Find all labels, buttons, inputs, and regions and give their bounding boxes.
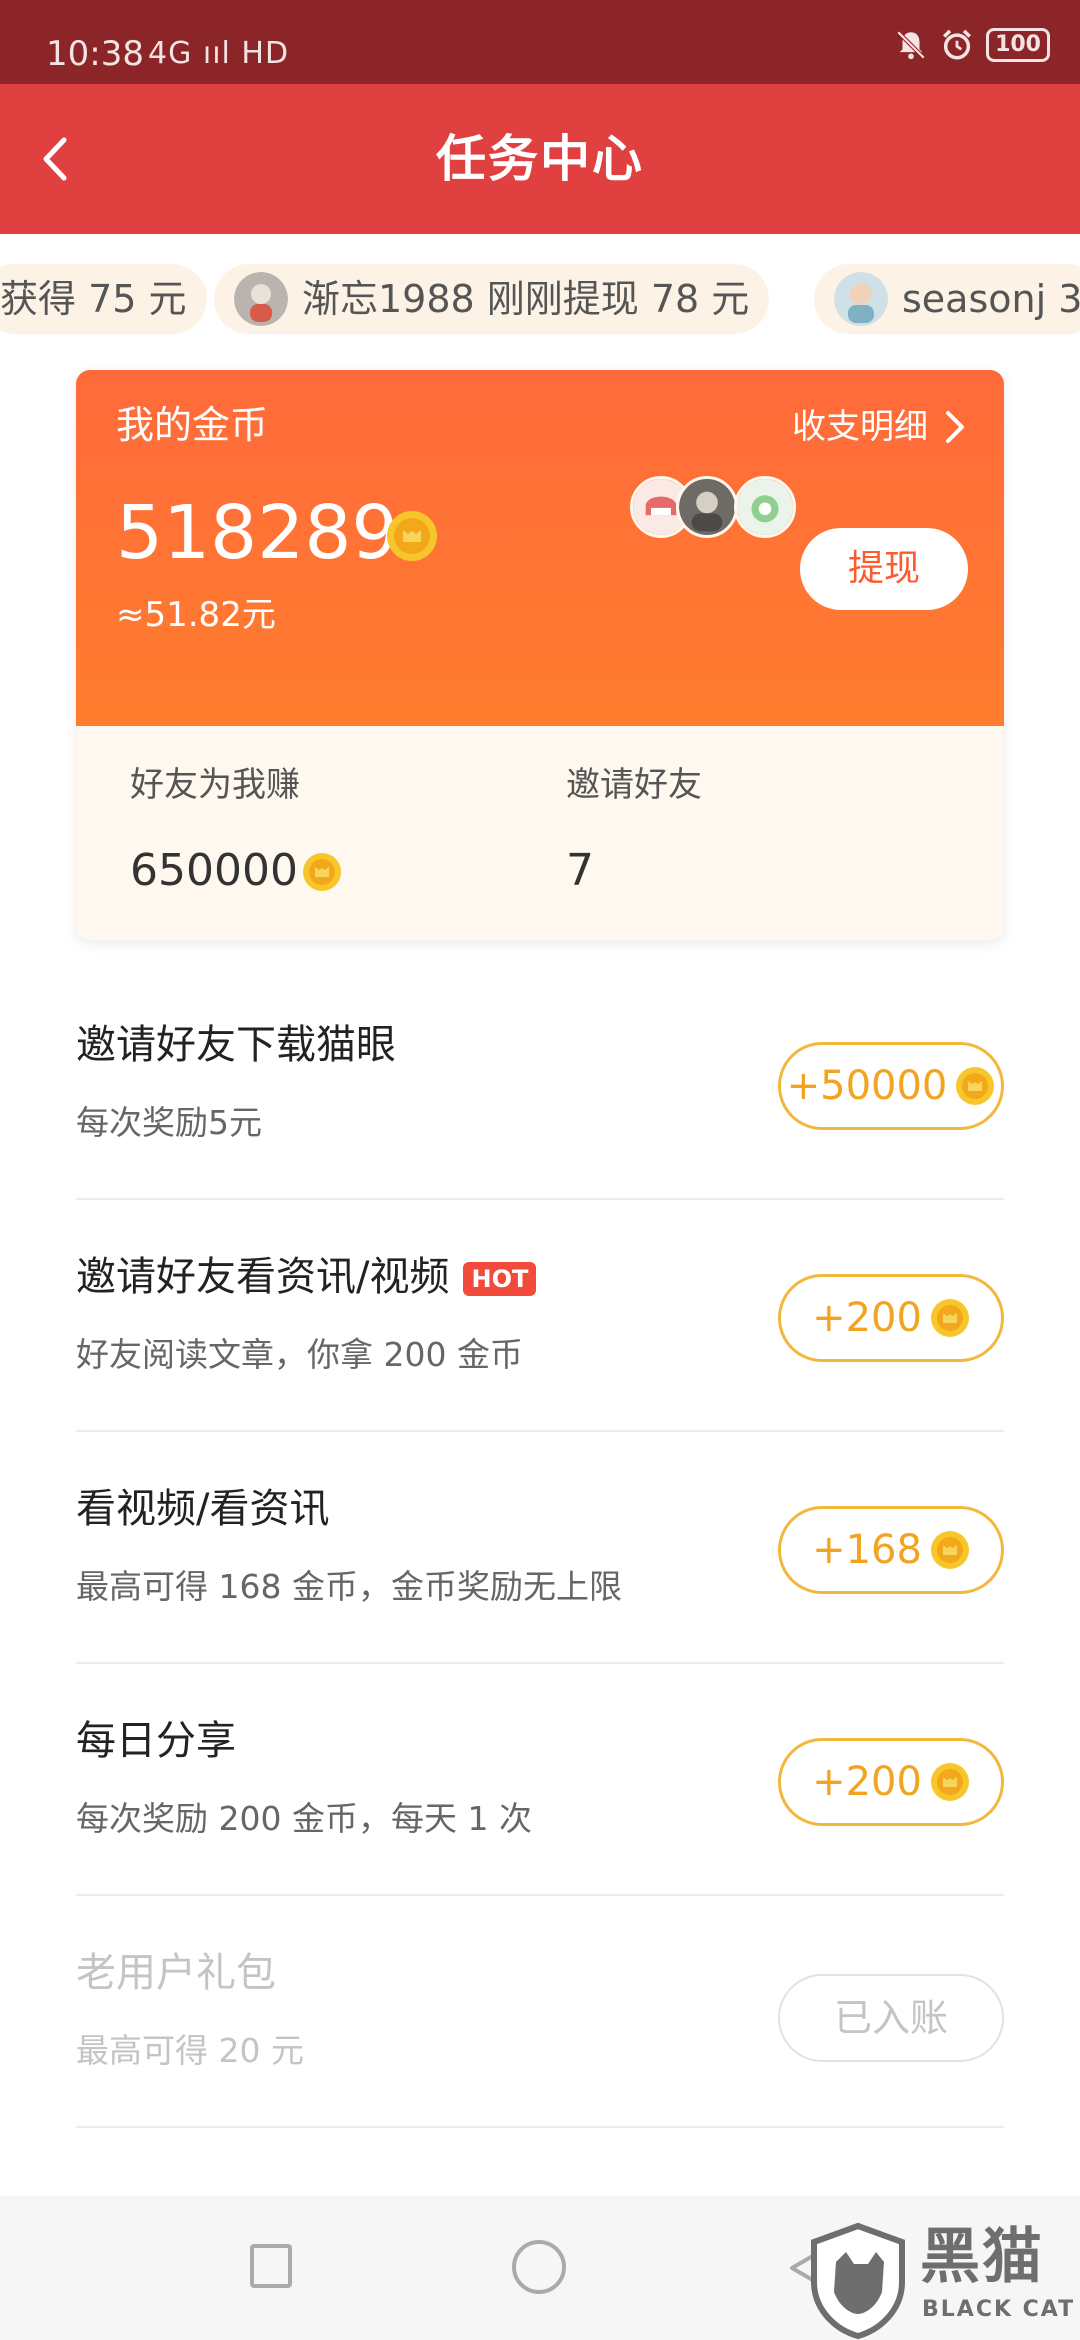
invite-friends-label: 邀请好友 bbox=[566, 765, 702, 805]
watermark: 黑猫 BLACK CAT bbox=[800, 2222, 1080, 2340]
withdraw-button[interactable]: 提现 bbox=[800, 528, 968, 610]
reward-button[interactable]: +168 bbox=[778, 1506, 1004, 1594]
task-desc: 最高可得 168 金币，金币奖励无上限 bbox=[76, 1567, 622, 1606]
task-item: 看视频/看资讯 最高可得 168 金币，金币奖励无上限 +168 bbox=[76, 1432, 1004, 1664]
task-desc: 最高可得 20 元 bbox=[76, 2031, 304, 2070]
ticker-text: 获得 75 元 bbox=[0, 277, 187, 321]
coin-icon bbox=[303, 853, 341, 891]
task-desc: 每次奖励 200 金币，每天 1 次 bbox=[76, 1799, 532, 1838]
task-title-text: 邀请好友看资讯/视频 bbox=[76, 1254, 450, 1300]
reward-amount: +168 bbox=[812, 1527, 922, 1573]
coin-balance: 518289 bbox=[116, 490, 399, 576]
friend-avatar bbox=[734, 476, 796, 538]
task-title: 每日分享 bbox=[76, 1718, 236, 1764]
task-desc: 每次奖励5元 bbox=[76, 1103, 262, 1142]
withdraw-ticker: 获得 75 元 渐忘1988 刚刚提现 78 元 seasonj 3 bbox=[0, 234, 1080, 364]
task-item: 老用户礼包 最高可得 20 元 已入账 bbox=[76, 1896, 1004, 2128]
avatar bbox=[234, 272, 288, 326]
ticker-item: seasonj 3 bbox=[814, 264, 1080, 334]
coin-icon bbox=[930, 1531, 969, 1569]
network-signal: 4G ııl HD bbox=[148, 36, 290, 71]
cat-shield-icon bbox=[811, 2222, 905, 2340]
status-time: 10:38 bbox=[46, 34, 144, 74]
ticker-text: seasonj 3 bbox=[902, 277, 1080, 321]
reward-button[interactable]: +50000 bbox=[778, 1042, 1004, 1130]
alarm-icon bbox=[943, 29, 972, 60]
ledger-link[interactable]: 收支明细 bbox=[792, 404, 968, 450]
hot-badge: HOT bbox=[463, 1262, 537, 1296]
coin-label: 我的金币 bbox=[116, 403, 269, 447]
watermark-text: 黑猫 bbox=[920, 2222, 1044, 2292]
reward-amount: +200 bbox=[812, 1759, 922, 1805]
navbar: 任务中心 bbox=[0, 84, 1080, 234]
reward-amount: +50000 bbox=[786, 1063, 948, 1109]
coin-card-stats: 好友为我赚 650000 邀请好友 7 bbox=[76, 726, 1004, 940]
friends-earn-value: 650000 bbox=[130, 845, 298, 896]
task-title: 看视频/看资讯 bbox=[76, 1486, 330, 1532]
coin-icon bbox=[387, 511, 437, 561]
ticker-item: 获得 75 元 bbox=[0, 264, 207, 334]
coin-icon bbox=[930, 1299, 969, 1337]
chevron-right-icon bbox=[946, 411, 964, 443]
reward-button[interactable]: +200 bbox=[778, 1274, 1004, 1362]
ticker-text: 渐忘1988 刚刚提现 78 元 bbox=[302, 277, 750, 321]
mute-bell-icon bbox=[896, 30, 926, 60]
friends-earn-label: 好友为我赚 bbox=[130, 765, 300, 805]
home-icon[interactable] bbox=[512, 2240, 566, 2294]
coin-yuan-value: ≈51.82元 bbox=[116, 595, 276, 635]
task-title: 邀请好友看资讯/视频 HOT bbox=[76, 1250, 537, 1304]
coin-icon bbox=[930, 1763, 969, 1801]
task-item: 邀请好友看资讯/视频 HOT 好友阅读文章，你拿 200 金币 +200 bbox=[76, 1200, 1004, 1432]
task-title: 邀请好友下载猫眼 bbox=[76, 1022, 396, 1068]
credited-button: 已入账 bbox=[778, 1974, 1004, 2062]
ticker-item: 渐忘1988 刚刚提现 78 元 bbox=[214, 264, 770, 334]
ledger-link-label: 收支明细 bbox=[792, 407, 928, 447]
avatar bbox=[834, 272, 888, 326]
friend-avatar bbox=[676, 476, 738, 538]
task-title: 老用户礼包 bbox=[76, 1950, 276, 1996]
watermark-subtext: BLACK CAT bbox=[922, 2297, 1076, 2322]
coin-card: 我的金币 收支明细 518289 ≈51.82元 提现 好友为我赚 650000… bbox=[76, 370, 1004, 940]
task-item: 每日分享 每次奖励 200 金币，每天 1 次 +200 bbox=[76, 1664, 1004, 1896]
recent-apps-icon[interactable] bbox=[250, 2244, 292, 2288]
reward-button[interactable]: +200 bbox=[778, 1738, 1004, 1826]
status-bar: 10:38 4G ııl HD 100 bbox=[0, 0, 1080, 84]
coin-card-header: 我的金币 收支明细 518289 ≈51.82元 提现 bbox=[76, 370, 1004, 726]
invite-count: 7 bbox=[566, 845, 594, 896]
battery-indicator: 100 bbox=[986, 28, 1050, 62]
coin-icon bbox=[956, 1067, 995, 1105]
status-icons: 100 bbox=[894, 28, 1050, 62]
page-title: 任务中心 bbox=[436, 130, 644, 188]
reward-amount: +200 bbox=[812, 1295, 922, 1341]
task-item: 邀请好友下载猫眼 每次奖励5元 +50000 bbox=[76, 968, 1004, 1200]
task-desc: 好友阅读文章，你拿 200 金币 bbox=[76, 1335, 523, 1374]
